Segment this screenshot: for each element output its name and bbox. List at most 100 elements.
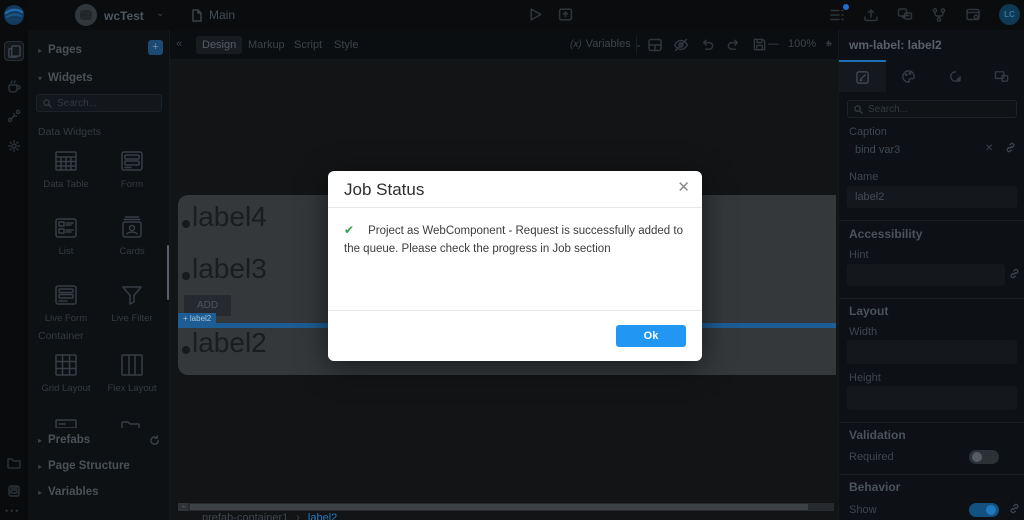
save-icon[interactable] bbox=[752, 37, 768, 53]
caption-value[interactable]: bind var3 bbox=[855, 144, 900, 156]
tab-design[interactable]: Design bbox=[196, 36, 242, 54]
behavior-header: Behavior bbox=[849, 480, 900, 494]
hide-preview-eye-icon[interactable] bbox=[673, 37, 689, 53]
redo-icon[interactable] bbox=[726, 37, 742, 53]
breadcrumb-current[interactable]: label2 bbox=[308, 512, 337, 520]
zoom-control: — 100% + bbox=[768, 38, 832, 50]
wavemaker-logo[interactable] bbox=[3, 4, 25, 26]
pages-nav-icon[interactable] bbox=[4, 41, 24, 61]
wavemaker-studio: ••• wcTest ⌄ Main bbox=[0, 0, 1024, 520]
widget-tile-label: Cards bbox=[100, 246, 164, 257]
dialog-close-icon[interactable]: ✕ bbox=[677, 178, 690, 196]
layout-header: Layout bbox=[849, 304, 888, 318]
add-page-button[interactable]: + bbox=[148, 40, 163, 55]
sidebar-section-widgets[interactable]: ▾ Widgets bbox=[28, 66, 170, 90]
caption-bind-link-icon[interactable] bbox=[1005, 142, 1017, 154]
search-icon bbox=[43, 99, 52, 108]
tab-script[interactable]: Script bbox=[288, 36, 328, 54]
page-structure-section-label: Page Structure bbox=[48, 460, 130, 472]
version-branch-icon[interactable] bbox=[931, 7, 948, 24]
project-chevron-down-icon[interactable]: ⌄ bbox=[156, 8, 164, 19]
apis-icon[interactable] bbox=[4, 106, 24, 126]
form-icon bbox=[119, 148, 145, 174]
devices-icon bbox=[994, 69, 1009, 84]
widget-tile-grid-layout[interactable]: Grid Layout bbox=[34, 352, 98, 394]
list-icon bbox=[53, 215, 79, 241]
settings-gear-icon[interactable] bbox=[4, 136, 24, 156]
widget-tile-list[interactable]: List bbox=[34, 215, 98, 257]
zoom-out-button[interactable]: — bbox=[768, 38, 779, 50]
jobs-list-icon[interactable] bbox=[829, 7, 846, 24]
collapsed-arrow-icon: ▸ bbox=[38, 462, 42, 471]
collapse-sidebar-button[interactable]: « bbox=[176, 38, 182, 50]
widget-tile-flex-layout[interactable]: Flex Layout bbox=[100, 352, 164, 394]
job-status-dialog: Job Status ✕ ✔Project as WebComponent - … bbox=[328, 171, 702, 361]
run-button[interactable] bbox=[528, 7, 543, 27]
hint-input[interactable] bbox=[847, 264, 1005, 286]
sidebar-section-page-structure[interactable]: ▸ Page Structure bbox=[28, 454, 170, 478]
tab-styles[interactable] bbox=[886, 60, 933, 92]
events-circle-icon bbox=[948, 69, 963, 84]
name-input[interactable]: label2 bbox=[847, 186, 1017, 208]
tab-devices[interactable] bbox=[979, 60, 1024, 92]
sidebar-scrollbar[interactable] bbox=[167, 245, 169, 300]
more-tools-chevron[interactable]: » bbox=[826, 38, 832, 50]
java-services-icon[interactable] bbox=[4, 76, 24, 96]
caption-label: Caption bbox=[849, 126, 887, 138]
widget-tile-cards[interactable]: Cards bbox=[100, 215, 164, 257]
widget-tile-live-form[interactable]: Live Form bbox=[34, 282, 98, 324]
widget-tile-form[interactable]: Form bbox=[100, 148, 164, 190]
dialog-message: Project as WebComponent - Request is suc… bbox=[344, 225, 683, 255]
project-name[interactable]: wcTest bbox=[104, 9, 144, 23]
canvas-label3[interactable]: label3 bbox=[192, 253, 267, 285]
export-icon[interactable] bbox=[4, 481, 24, 501]
canvas-horizontal-scrollbar[interactable]: ◂ bbox=[178, 503, 834, 511]
sidebar-section-prefabs[interactable]: ▸ Prefabs bbox=[28, 428, 170, 452]
user-avatar[interactable]: LC bbox=[999, 4, 1020, 25]
top-bar: wcTest ⌄ Main bbox=[28, 0, 1024, 30]
variables-dropdown[interactable]: (x) Variables ⌄ bbox=[570, 38, 642, 50]
success-check-icon: ✔ bbox=[344, 223, 354, 237]
canvas-label2-selected[interactable]: label2 bbox=[192, 327, 267, 359]
sidebar-section-variables[interactable]: ▸ Variables bbox=[28, 480, 170, 504]
width-input[interactable] bbox=[847, 340, 1017, 364]
folder-icon[interactable] bbox=[4, 453, 24, 473]
scroll-left-arrow-icon[interactable]: ◂ bbox=[178, 503, 188, 511]
tab-style[interactable]: Style bbox=[328, 36, 364, 54]
toolbar-divider bbox=[636, 35, 637, 55]
scrollbar-thumb[interactable] bbox=[190, 504, 808, 510]
divider bbox=[839, 474, 1024, 475]
show-bind-link-icon[interactable] bbox=[1009, 503, 1021, 515]
split-view-icon[interactable] bbox=[647, 37, 663, 53]
tab-properties[interactable] bbox=[839, 60, 886, 92]
refresh-icon[interactable] bbox=[149, 435, 160, 446]
widget-tile-data-table[interactable]: Data Table bbox=[34, 148, 98, 190]
widget-tile-label: Live Filter bbox=[100, 313, 164, 324]
canvas-label4[interactable]: label4 bbox=[192, 201, 267, 233]
widget-search-input[interactable]: Search... bbox=[36, 94, 162, 112]
required-toggle[interactable] bbox=[969, 450, 999, 464]
tab-events[interactable] bbox=[932, 60, 979, 92]
widget-tile-live-filter[interactable]: Live Filter bbox=[100, 282, 164, 324]
translate-chat-icon[interactable] bbox=[897, 7, 914, 24]
deploy-button[interactable] bbox=[558, 7, 573, 27]
divider bbox=[839, 220, 1024, 221]
flex-layout-icon bbox=[119, 352, 145, 378]
widget-search-placeholder: Search... bbox=[57, 98, 97, 109]
page-tab-main[interactable]: Main bbox=[191, 8, 235, 22]
widget-tile-label: Live Form bbox=[34, 313, 98, 324]
height-input[interactable] bbox=[847, 386, 1017, 410]
show-label: Show bbox=[849, 504, 877, 516]
more-options-icon[interactable]: ••• bbox=[5, 506, 20, 516]
publish-icon[interactable] bbox=[863, 7, 880, 24]
ok-button[interactable]: Ok bbox=[616, 325, 686, 347]
tab-markup[interactable]: Markup bbox=[242, 36, 291, 54]
undo-icon[interactable] bbox=[700, 37, 716, 53]
caption-clear-icon[interactable]: ✕ bbox=[985, 143, 997, 155]
breadcrumb-parent[interactable]: prefab-container1 bbox=[202, 512, 288, 520]
preferences-window-icon[interactable] bbox=[965, 7, 982, 24]
widget-tile-label: Data Table bbox=[34, 179, 98, 190]
hint-bind-link-icon[interactable] bbox=[1009, 268, 1021, 280]
show-toggle[interactable] bbox=[969, 503, 999, 517]
properties-search-input[interactable]: Search... bbox=[847, 100, 1017, 118]
